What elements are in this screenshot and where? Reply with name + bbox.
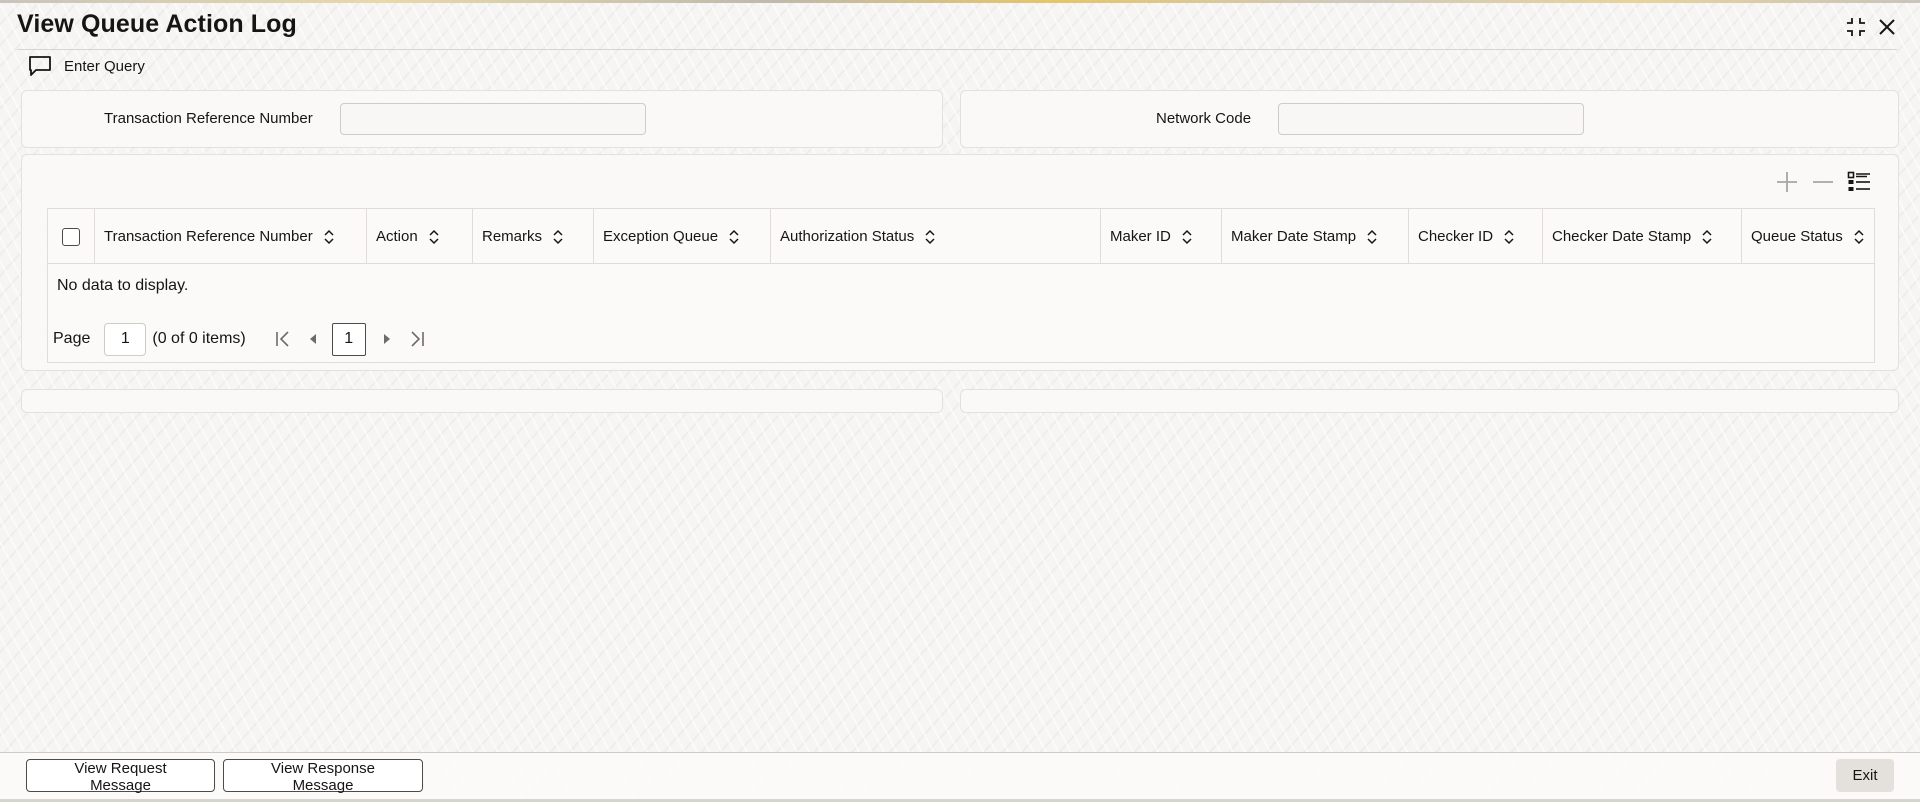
view-response-message-button[interactable]: View Response Message xyxy=(223,759,423,794)
sort-icon[interactable] xyxy=(924,229,936,245)
view-request-message-button[interactable]: View Request Message xyxy=(26,759,215,794)
enter-query-button[interactable]: Enter Query xyxy=(28,53,145,79)
previous-page-icon xyxy=(309,334,316,344)
empty-table-message: No data to display. xyxy=(57,277,189,294)
column-header[interactable]: Checker ID xyxy=(1409,209,1543,264)
column-settings-button[interactable] xyxy=(1846,169,1872,195)
minimize-button[interactable] xyxy=(1842,13,1870,41)
delete-row-button[interactable] xyxy=(1810,169,1836,195)
exit-button[interactable]: Exit xyxy=(1836,759,1894,792)
last-page-button[interactable] xyxy=(406,327,428,351)
first-page-icon xyxy=(275,331,289,347)
close-button[interactable] xyxy=(1873,13,1901,41)
next-page-icon xyxy=(383,334,390,344)
column-header[interactable]: Exception Queue xyxy=(594,209,771,264)
grid-toolbar xyxy=(1774,169,1872,195)
current-page-button[interactable]: 1 xyxy=(331,322,366,356)
network-code-label: Network Code xyxy=(1156,110,1252,127)
last-page-icon xyxy=(411,331,424,347)
close-icon xyxy=(1879,19,1895,35)
next-page-button[interactable] xyxy=(376,327,398,351)
header-select-all-cell xyxy=(48,209,95,264)
details-panel-right xyxy=(960,389,1899,413)
transaction-ref-label: Transaction Reference Number xyxy=(104,110,313,127)
plus-icon xyxy=(1777,172,1797,192)
page-label: Page xyxy=(53,330,91,347)
details-panel-left xyxy=(21,389,943,413)
column-header[interactable]: Queue Status xyxy=(1742,209,1874,264)
page-number-input[interactable] xyxy=(104,322,147,356)
column-header[interactable]: Action xyxy=(367,209,473,264)
sort-icon[interactable] xyxy=(728,229,740,245)
sort-icon[interactable] xyxy=(1503,229,1515,245)
column-header[interactable]: Maker ID xyxy=(1101,209,1222,264)
first-page-button[interactable] xyxy=(272,327,294,351)
column-header[interactable]: Maker Date Stamp xyxy=(1222,209,1409,264)
window-header: View Queue Action Log xyxy=(0,3,1920,50)
transaction-ref-input[interactable] xyxy=(340,103,646,135)
sort-icon[interactable] xyxy=(1853,229,1865,245)
sort-icon[interactable] xyxy=(323,229,335,245)
item-count: (0 of 0 items) xyxy=(152,330,246,347)
sort-icon[interactable] xyxy=(552,229,564,245)
window-title: View Queue Action Log xyxy=(17,10,297,38)
minus-icon xyxy=(1813,181,1833,183)
query-panel-left: Transaction Reference Number xyxy=(21,90,943,148)
add-row-button[interactable] xyxy=(1774,169,1800,195)
chat-bubble-icon xyxy=(29,56,51,76)
results-grid-panel: Transaction Reference Number Action Rema… xyxy=(21,154,1899,371)
network-code-input[interactable] xyxy=(1278,103,1584,135)
minimize-icon xyxy=(1847,18,1865,36)
table-header-row: Transaction Reference Number Action Rema… xyxy=(48,209,1874,264)
select-all-checkbox[interactable] xyxy=(62,227,80,246)
sort-icon[interactable] xyxy=(428,229,440,245)
column-header[interactable]: Remarks xyxy=(473,209,594,264)
sort-icon[interactable] xyxy=(1701,229,1713,245)
query-panel-right: Network Code xyxy=(960,90,1899,148)
results-table: Transaction Reference Number Action Rema… xyxy=(47,208,1875,363)
footer-bar: View Request Message View Response Messa… xyxy=(0,752,1920,802)
pagination: Page (0 of 0 items) 1 xyxy=(53,322,436,356)
sort-icon[interactable] xyxy=(1181,229,1193,245)
enter-query-label: Enter Query xyxy=(64,57,145,75)
previous-page-button[interactable] xyxy=(302,327,324,351)
header-divider xyxy=(17,49,1897,50)
column-header[interactable]: Authorization Status xyxy=(771,209,1101,264)
sort-icon[interactable] xyxy=(1366,229,1378,245)
list-settings-icon xyxy=(1847,171,1870,191)
column-header[interactable]: Transaction Reference Number xyxy=(95,209,367,264)
column-header[interactable]: Checker Date Stamp xyxy=(1543,209,1742,264)
